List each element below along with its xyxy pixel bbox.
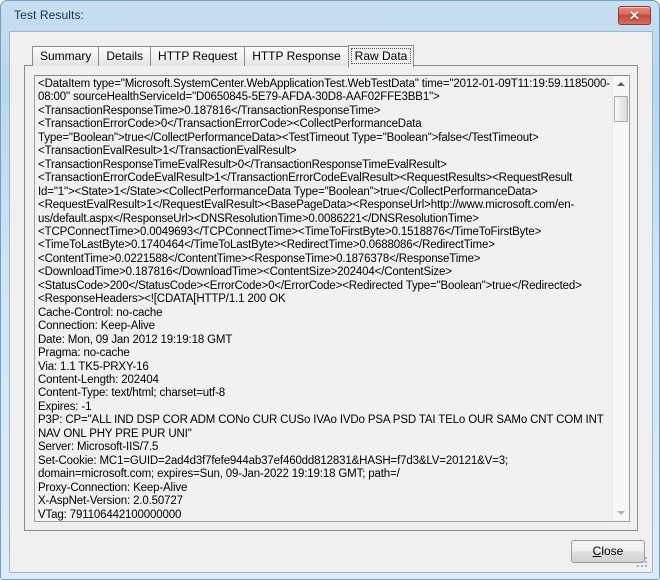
tab-http-request[interactable]: HTTP Request xyxy=(150,46,246,66)
close-button-label: lose xyxy=(601,544,624,558)
tab-page-raw-data: <DataItem type="Microsoft.SystemCenter.W… xyxy=(24,65,638,531)
tab-details[interactable]: Details xyxy=(98,46,152,66)
tab-http-response-label: HTTP Response xyxy=(252,49,341,63)
tab-http-response[interactable]: HTTP Response xyxy=(244,46,349,66)
close-x-icon: ✕ xyxy=(629,8,640,23)
tab-details-label: Details xyxy=(106,49,144,63)
tab-raw-data-label: Raw Data xyxy=(354,49,408,63)
scroll-down-button[interactable] xyxy=(613,504,629,521)
triangle-up-icon xyxy=(617,82,625,86)
raw-data-vertical-scrollbar[interactable] xyxy=(612,76,629,521)
tab-http-request-label: HTTP Request xyxy=(158,49,238,63)
scroll-up-button[interactable] xyxy=(613,76,629,93)
triangle-down-icon xyxy=(617,511,625,515)
test-results-window: Test Results: ✕ Summary Details HTTP Req… xyxy=(0,0,660,580)
tab-strip: Summary Details HTTP Request HTTP Respon… xyxy=(32,45,415,68)
resize-grip[interactable] xyxy=(637,557,649,569)
dialog-client-area: Summary Details HTTP Request HTTP Respon… xyxy=(9,31,653,573)
tab-raw-data[interactable]: Raw Data xyxy=(347,45,415,68)
scrollbar-thumb[interactable] xyxy=(614,96,628,122)
raw-data-text: <DataItem type="Microsoft.SystemCenter.W… xyxy=(38,78,610,521)
tab-summary-label: Summary xyxy=(40,49,92,63)
raw-data-textbox[interactable]: <DataItem type="Microsoft.SystemCenter.W… xyxy=(34,75,630,522)
close-button[interactable]: Close xyxy=(571,540,645,563)
raw-data-text-viewport: <DataItem type="Microsoft.SystemCenter.W… xyxy=(35,76,613,521)
window-title: Test Results: xyxy=(14,8,84,22)
window-close-button[interactable]: ✕ xyxy=(618,6,651,25)
title-bar: Test Results: ✕ xyxy=(1,1,659,31)
tab-summary[interactable]: Summary xyxy=(32,46,100,66)
